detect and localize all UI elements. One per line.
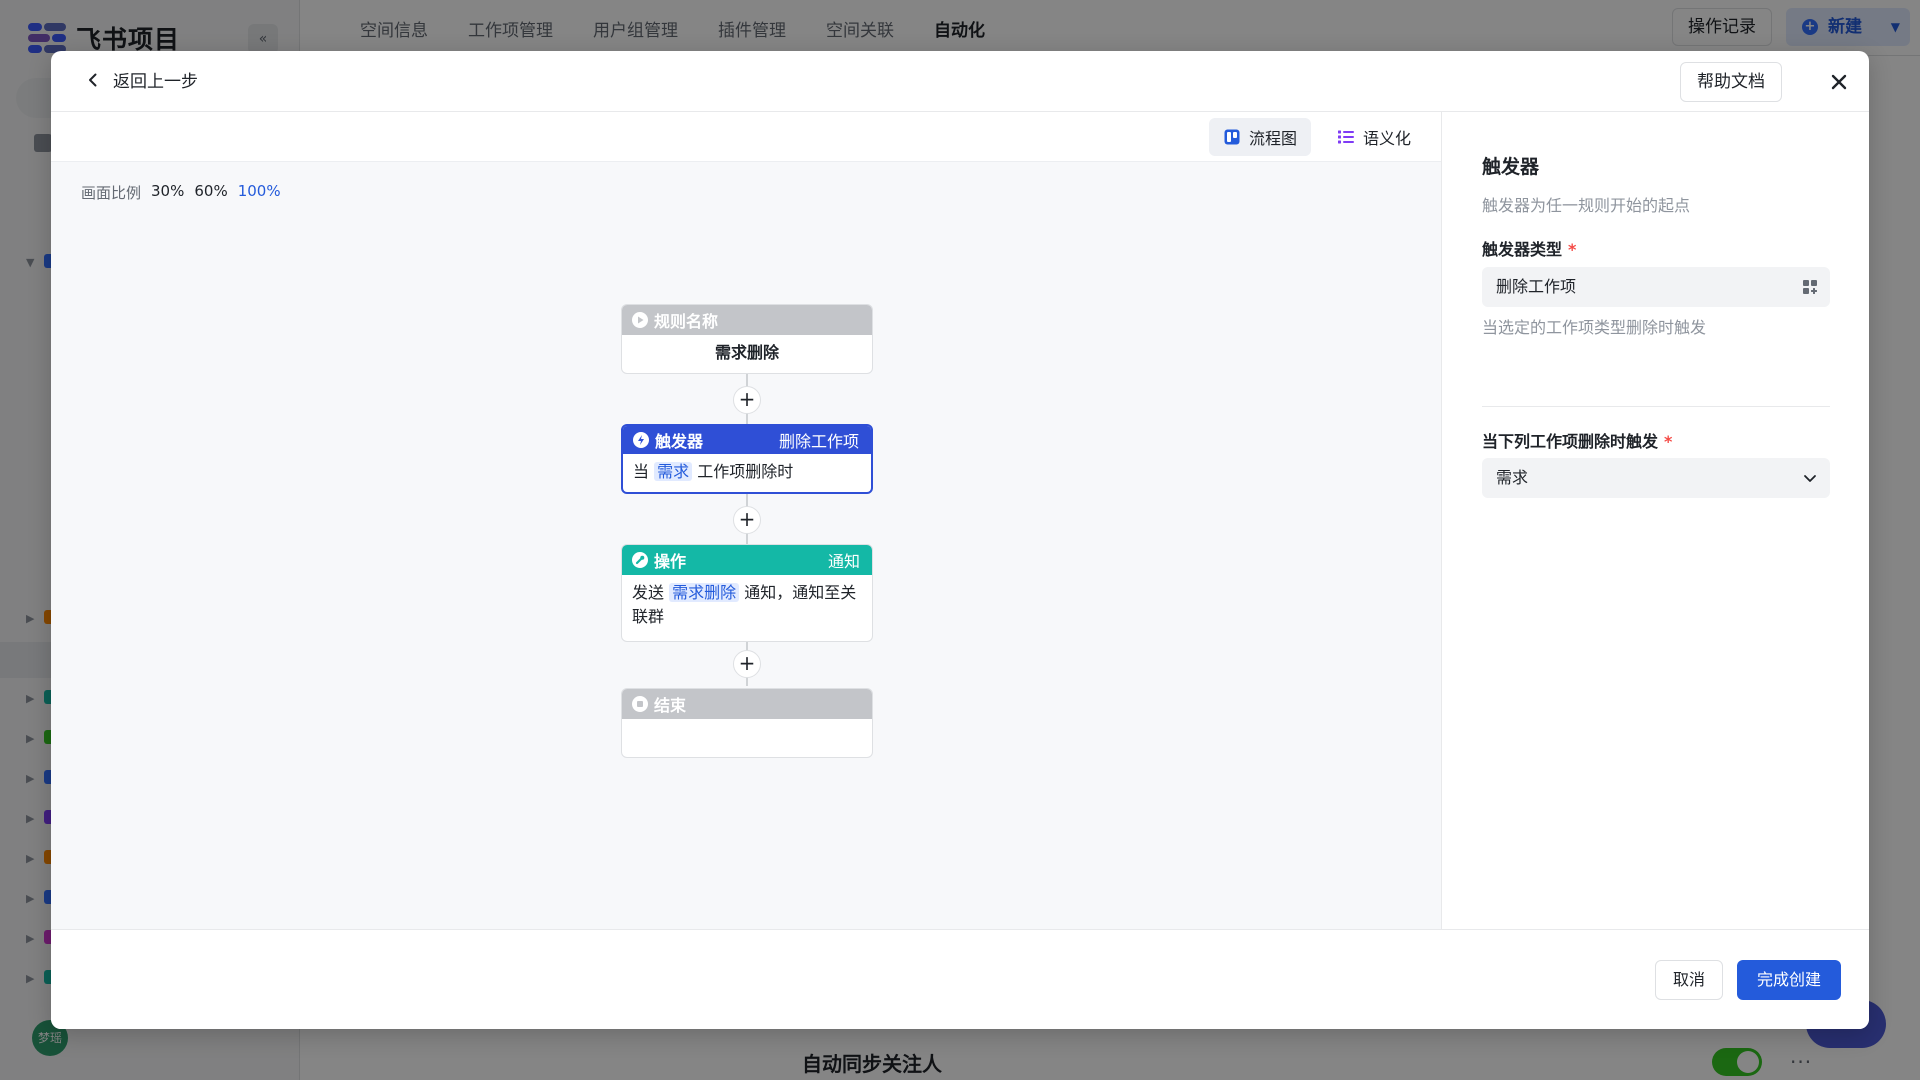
semantic-view-button[interactable]: 语义化 bbox=[1323, 118, 1425, 156]
action-node-title: 操作 bbox=[654, 552, 687, 571]
trigger-node-title: 触发器 bbox=[655, 432, 704, 451]
workitem-type-label-text: 当下列工作项删除时触发 bbox=[1482, 432, 1659, 451]
action-node[interactable]: 操作 通知 发送 需求删除 通知，通知至关联群 bbox=[621, 544, 873, 642]
trigger-suffix: 工作项删除时 bbox=[697, 462, 794, 481]
help-doc-button[interactable]: 帮助文档 bbox=[1680, 62, 1782, 102]
action-prefix: 发送 bbox=[632, 583, 665, 602]
flow-diagram: 规则名称 需求删除 + 触发器 删除工作项 当 需求 工作项删除时 + 操作 通… bbox=[621, 304, 873, 904]
action-node-tag: 通知 bbox=[827, 552, 860, 571]
flowchart-view-button[interactable]: 流程图 bbox=[1209, 118, 1312, 156]
trigger-node-tag: 删除工作项 bbox=[778, 432, 859, 451]
trigger-node-body: 当 需求 工作项删除时 bbox=[623, 454, 871, 492]
add-step-button[interactable]: + bbox=[733, 506, 761, 534]
action-message-chip: 需求删除 bbox=[669, 583, 740, 602]
zoom-60-button[interactable]: 60% bbox=[194, 182, 227, 203]
back-button[interactable]: 返回上一步 bbox=[85, 67, 198, 92]
trigger-prefix: 当 bbox=[633, 462, 650, 481]
panel-title: 触发器 bbox=[1482, 156, 1540, 178]
semantic-view-label: 语义化 bbox=[1363, 129, 1412, 148]
trigger-type-hint: 当选定的工作项类型删除时触发 bbox=[1482, 318, 1707, 337]
rule-name-value: 需求删除 bbox=[714, 343, 779, 362]
rule-name-node[interactable]: 规则名称 需求删除 bbox=[621, 304, 873, 374]
view-switcher: 流程图 语义化 bbox=[51, 112, 1441, 162]
action-node-header: 操作 通知 bbox=[622, 545, 872, 575]
required-mark: * bbox=[1568, 240, 1577, 259]
panel-description: 触发器为任一规则开始的起点 bbox=[1482, 196, 1691, 215]
trigger-node-header: 触发器 删除工作项 bbox=[623, 426, 871, 454]
trigger-type-label: 触发器类型 * bbox=[1482, 236, 1576, 260]
trigger-workitem-chip: 需求 bbox=[654, 462, 693, 481]
back-button-label: 返回上一步 bbox=[113, 72, 198, 92]
end-node-title: 结束 bbox=[654, 696, 687, 715]
play-icon bbox=[632, 312, 648, 328]
divider bbox=[1482, 406, 1830, 407]
flow-canvas-panel: 流程图 语义化 画面比例 30% 60% 100% 规则名称 需求删除 + 触发… bbox=[51, 112, 1441, 929]
end-node[interactable]: 结束 bbox=[621, 688, 873, 758]
action-node-body: 发送 需求删除 通知，通知至关联群 bbox=[622, 575, 872, 637]
flowchart-icon bbox=[1224, 129, 1240, 145]
trigger-type-value: 删除工作项 bbox=[1496, 277, 1577, 296]
zoom-100-button[interactable]: 100% bbox=[238, 182, 281, 203]
end-node-header: 结束 bbox=[622, 689, 872, 719]
cancel-button[interactable]: 取消 bbox=[1655, 960, 1723, 1000]
chevron-left-icon bbox=[89, 73, 97, 86]
list-icon bbox=[1338, 130, 1354, 144]
wrench-icon bbox=[632, 552, 648, 568]
zoom-30-button[interactable]: 30% bbox=[151, 182, 184, 203]
trigger-type-field[interactable]: 删除工作项 bbox=[1482, 267, 1830, 307]
required-mark: * bbox=[1664, 432, 1673, 451]
zoom-control: 画面比例 30% 60% 100% bbox=[81, 182, 281, 203]
flowchart-view-label: 流程图 bbox=[1249, 129, 1298, 148]
stop-icon bbox=[632, 696, 648, 712]
close-icon[interactable] bbox=[1826, 69, 1852, 95]
trigger-node[interactable]: 触发器 删除工作项 当 需求 工作项删除时 bbox=[621, 424, 873, 494]
flow-canvas[interactable]: 画面比例 30% 60% 100% 规则名称 需求删除 + 触发器 删除工作项 … bbox=[51, 162, 1441, 929]
automation-rule-modal: 返回上一步 帮助文档 流程图 语义化 画面比例 30% 60% 100% 规则名… bbox=[51, 51, 1869, 1029]
rule-name-node-header: 规则名称 bbox=[622, 305, 872, 335]
add-step-button[interactable]: + bbox=[733, 650, 761, 678]
trigger-type-label-text: 触发器类型 bbox=[1482, 240, 1563, 259]
workitem-type-value: 需求 bbox=[1496, 468, 1529, 487]
add-step-button[interactable]: + bbox=[733, 386, 761, 414]
rule-name-node-title: 规则名称 bbox=[654, 312, 719, 331]
grid-plus-icon[interactable] bbox=[1802, 279, 1818, 295]
complete-create-button[interactable]: 完成创建 bbox=[1737, 960, 1841, 1000]
modal-header: 返回上一步 帮助文档 bbox=[51, 51, 1869, 112]
chevron-down-icon bbox=[1804, 475, 1816, 482]
bolt-icon bbox=[633, 432, 649, 448]
workitem-type-label: 当下列工作项删除时触发 * bbox=[1482, 428, 1672, 452]
zoom-label: 画面比例 bbox=[81, 184, 142, 202]
end-node-body bbox=[622, 719, 872, 733]
action-suffix: 通知，通知至关联群 bbox=[632, 583, 857, 626]
modal-footer: 取消 完成创建 bbox=[51, 929, 1869, 1029]
workitem-type-select[interactable]: 需求 bbox=[1482, 458, 1830, 498]
trigger-config-panel: 触发器 触发器为任一规则开始的起点 触发器类型 * 删除工作项 当选定的工作项类型… bbox=[1441, 112, 1869, 929]
